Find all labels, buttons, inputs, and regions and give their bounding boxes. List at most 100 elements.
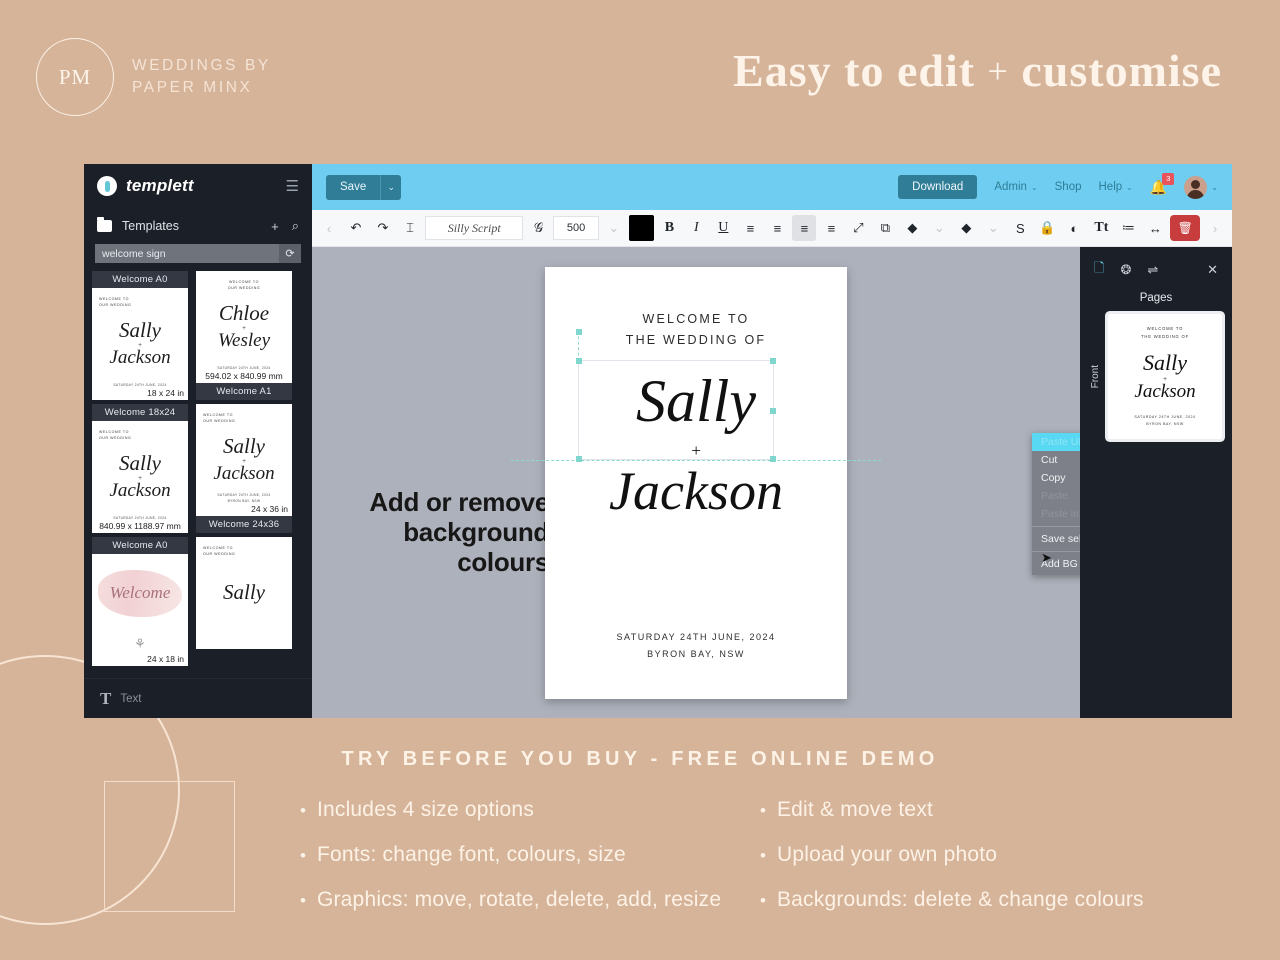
redo-icon[interactable]: ↷ bbox=[371, 215, 395, 241]
search-input[interactable] bbox=[95, 244, 279, 263]
thumb-foot-1: SATURDAY 24TH JUNE, 2024 bbox=[1134, 415, 1196, 420]
font-size-caret-icon[interactable]: ⌄ bbox=[602, 215, 626, 241]
duplicate-icon[interactable]: ⧉ bbox=[873, 215, 897, 241]
delete-icon[interactable]: 🗑 bbox=[1170, 215, 1201, 241]
close-icon[interactable]: ✕ bbox=[1207, 262, 1218, 278]
nav-admin-label: Admin bbox=[994, 181, 1027, 193]
thumb-foot-2: BYRON BAY, NSW bbox=[1146, 422, 1184, 427]
chevron-down-icon[interactable]: ⌄ bbox=[927, 215, 951, 241]
line-spacing-icon[interactable]: ≔ bbox=[1116, 215, 1140, 241]
design-page[interactable]: WELCOME TO THE WEDDING OF Sally + Jackso… bbox=[511, 266, 1080, 699]
font-size-input[interactable]: 500 bbox=[553, 216, 599, 240]
template-thumbnail[interactable]: Welcome A0 Welcome ⚘ 24 x 18 in bbox=[92, 537, 188, 666]
undo-icon[interactable]: ↶ bbox=[344, 215, 368, 241]
resize-handle-tl[interactable] bbox=[576, 357, 582, 364]
template-thumbnail-list: Welcome A0 WELCOME TO OUR WEDDING Sally + Jac… bbox=[84, 271, 312, 678]
user-menu[interactable]: ⌄ bbox=[1184, 175, 1218, 199]
palm-icon: ⚘ bbox=[134, 636, 146, 651]
chevron-down-icon: ⌄ bbox=[1030, 182, 1038, 192]
page-thumbnail[interactable]: WELCOME TO THE WEDDING OF Sally + Jackso… bbox=[1108, 314, 1222, 439]
brand-monogram: PM bbox=[36, 38, 114, 116]
nav-admin[interactable]: Admin ⌄ bbox=[994, 181, 1037, 193]
align-right-icon[interactable]: ≡ bbox=[792, 215, 817, 241]
rotate-handle[interactable] bbox=[576, 328, 582, 335]
template-preview: WELCOME TO OUR WEDDING Sally + Jackson SATURD… bbox=[196, 404, 292, 516]
letter-spacing-icon[interactable]: ↔ bbox=[1143, 215, 1167, 241]
resize-icon[interactable]: ⤢ bbox=[846, 215, 870, 241]
nav-help[interactable]: Help ⌄ bbox=[1099, 181, 1133, 193]
bold-button[interactable]: B bbox=[657, 215, 681, 241]
app-topbar: Save ⌄ Download Admin ⌄ Shop Help ⌄ 🔔 3 … bbox=[312, 164, 1232, 210]
brand-line-2: PAPER MINX bbox=[132, 79, 253, 96]
page-welcome-text[interactable]: WELCOME TO THE WEDDING OF bbox=[626, 309, 767, 353]
app-body: templett ☰ Templates + ⌕ ⟳ Welcome A0 WEL… bbox=[84, 164, 1232, 718]
templates-section-header: Templates + ⌕ bbox=[84, 208, 312, 242]
selection-box[interactable] bbox=[576, 328, 776, 462]
bring-forward-icon[interactable]: ◆ bbox=[900, 215, 924, 241]
bullet-icon: • bbox=[300, 846, 306, 865]
align-justify-icon[interactable]: ≡ bbox=[819, 215, 843, 241]
template-welcome-text: WELCOME TO OUR WEDDING bbox=[203, 546, 236, 556]
layers-icon[interactable]: ❂ bbox=[1120, 262, 1131, 278]
feature-bullet: • Backgrounds: delete & change colours bbox=[760, 888, 1220, 912]
refresh-icon[interactable]: ⟳ bbox=[279, 244, 301, 263]
text-case-icon[interactable]: Tt bbox=[1089, 215, 1113, 241]
text-tool-item[interactable]: T Text bbox=[84, 678, 312, 718]
font-effect-icon[interactable]: 𝒢 bbox=[526, 215, 550, 241]
resize-handle-mr[interactable] bbox=[770, 407, 776, 414]
italic-button[interactable]: I bbox=[684, 215, 708, 241]
nav-shop[interactable]: Shop bbox=[1055, 181, 1082, 193]
send-backward-icon[interactable]: ◆ bbox=[954, 215, 978, 241]
context-menu-item[interactable]: Paste URL bbox=[1032, 432, 1080, 451]
page-side-label: Front bbox=[1090, 364, 1101, 389]
page-footer-text[interactable]: SATURDAY 24TH JUNE, 2024 BYRON BAY, NSW bbox=[545, 629, 847, 663]
context-menu-item[interactable]: Add BG color bbox=[1032, 555, 1080, 573]
template-preview: WELCOME TO OUR WEDDING Sally bbox=[196, 537, 292, 649]
context-menu-item[interactable]: Cut bbox=[1032, 451, 1080, 469]
toolbar-prev-icon[interactable]: ‹ bbox=[317, 215, 341, 241]
chevron-down-icon[interactable]: ⌄ bbox=[981, 215, 1005, 241]
hamburger-menu-icon[interactable]: ☰ bbox=[286, 179, 299, 194]
template-thumbnail[interactable]: WELCOME TO OUR WEDDING Chloe + Wesley SATURDA… bbox=[196, 271, 292, 400]
font-family-select[interactable]: Silly Script bbox=[425, 216, 524, 240]
page-thumb-bottom: SATURDAY 24TH JUNE, 2024 BYRON BAY, NSW bbox=[1108, 414, 1222, 428]
sidebar-header: templett ☰ bbox=[84, 164, 312, 208]
context-menu-item[interactable]: Save selection bbox=[1032, 530, 1080, 548]
resize-handle-bl[interactable] bbox=[576, 455, 582, 462]
opacity-icon[interactable]: ◐ bbox=[1062, 215, 1086, 241]
chevron-down-icon: ⌄ bbox=[1211, 182, 1218, 192]
add-template-icon[interactable]: + bbox=[271, 219, 279, 234]
download-button[interactable]: Download bbox=[898, 175, 978, 199]
feature-bullet: • Edit & move text bbox=[760, 798, 1220, 822]
template-thumbnail[interactable]: Welcome 18x24 WELCOME TO OUR WEDDING Sally +… bbox=[92, 404, 188, 533]
notification-badge: 3 bbox=[1162, 172, 1175, 185]
underline-button[interactable]: U bbox=[711, 215, 735, 241]
settings-icon[interactable]: ⇌ bbox=[1147, 262, 1158, 278]
template-welcome-text: WELCOME TO OUR WEDDING bbox=[203, 413, 236, 423]
shadow-icon[interactable]: S bbox=[1008, 215, 1032, 241]
text-cursor-icon[interactable]: ⌶ bbox=[398, 215, 422, 241]
headline-part-2: customise bbox=[1021, 45, 1222, 96]
save-button[interactable]: Save bbox=[326, 174, 381, 200]
bullet-icon: • bbox=[760, 846, 766, 865]
context-menu-item[interactable]: Copy bbox=[1032, 469, 1080, 487]
template-thumbnail[interactable]: WELCOME TO OUR WEDDING Sally bbox=[196, 537, 292, 666]
search-icon[interactable]: ⌕ bbox=[292, 218, 299, 234]
template-preview: WELCOME TO OUR WEDDING Chloe + Wesley SATURDA… bbox=[196, 271, 292, 383]
align-center-icon[interactable]: ≡ bbox=[765, 215, 789, 241]
feature-bullet-list: • Includes 4 size options • Edit & move tex… bbox=[300, 798, 1220, 933]
context-menu[interactable]: Paste URLCutCopy Paste Paste in place Save … bbox=[1032, 432, 1080, 575]
align-left-icon[interactable]: ≡ bbox=[738, 215, 762, 241]
template-names: Sally + Jackson bbox=[109, 450, 171, 502]
design-canvas[interactable]: Add or remove background colours WELCOME… bbox=[312, 247, 1080, 718]
pages-icon[interactable]: 🗋 bbox=[1094, 259, 1104, 281]
toolbar-next-icon[interactable]: › bbox=[1203, 215, 1227, 241]
save-dropdown-caret-icon[interactable]: ⌄ bbox=[380, 174, 402, 200]
resize-handle-tr[interactable] bbox=[770, 357, 776, 364]
lock-icon[interactable]: 🔒 bbox=[1035, 215, 1059, 241]
notifications-button[interactable]: 🔔 3 bbox=[1150, 172, 1175, 196]
text-color-swatch[interactable] bbox=[628, 215, 655, 241]
template-thumbnail[interactable]: WELCOME TO OUR WEDDING Sally + Jackson SATURD… bbox=[196, 404, 292, 533]
template-thumbnail[interactable]: Welcome A0 WELCOME TO OUR WEDDING Sally + Jac… bbox=[92, 271, 188, 400]
resize-handle-br[interactable] bbox=[770, 455, 776, 462]
